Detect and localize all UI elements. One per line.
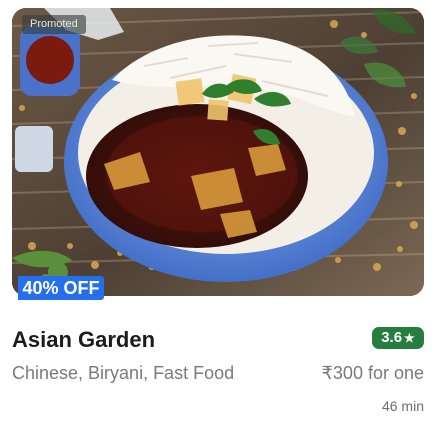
promoted-tag: Promoted <box>22 15 86 34</box>
restaurant-image[interactable] <box>12 8 424 296</box>
cuisine-list: Chinese, Biryani, Fast Food <box>12 363 235 383</box>
food-photo <box>12 8 424 296</box>
delivery-time: 46 min <box>381 398 424 414</box>
restaurant-card[interactable]: Promoted 40% OFF Asian Garden 3.6 ★ Chin… <box>0 0 439 429</box>
restaurant-name[interactable]: Asian Garden <box>12 327 155 353</box>
rating-value: 3.6 <box>381 329 403 346</box>
discount-badge: 40% OFF <box>18 276 104 300</box>
price-for-one: ₹300 for one <box>321 363 424 383</box>
star-icon: ★ <box>404 331 415 345</box>
rating-badge[interactable]: 3.6 ★ <box>372 327 424 349</box>
